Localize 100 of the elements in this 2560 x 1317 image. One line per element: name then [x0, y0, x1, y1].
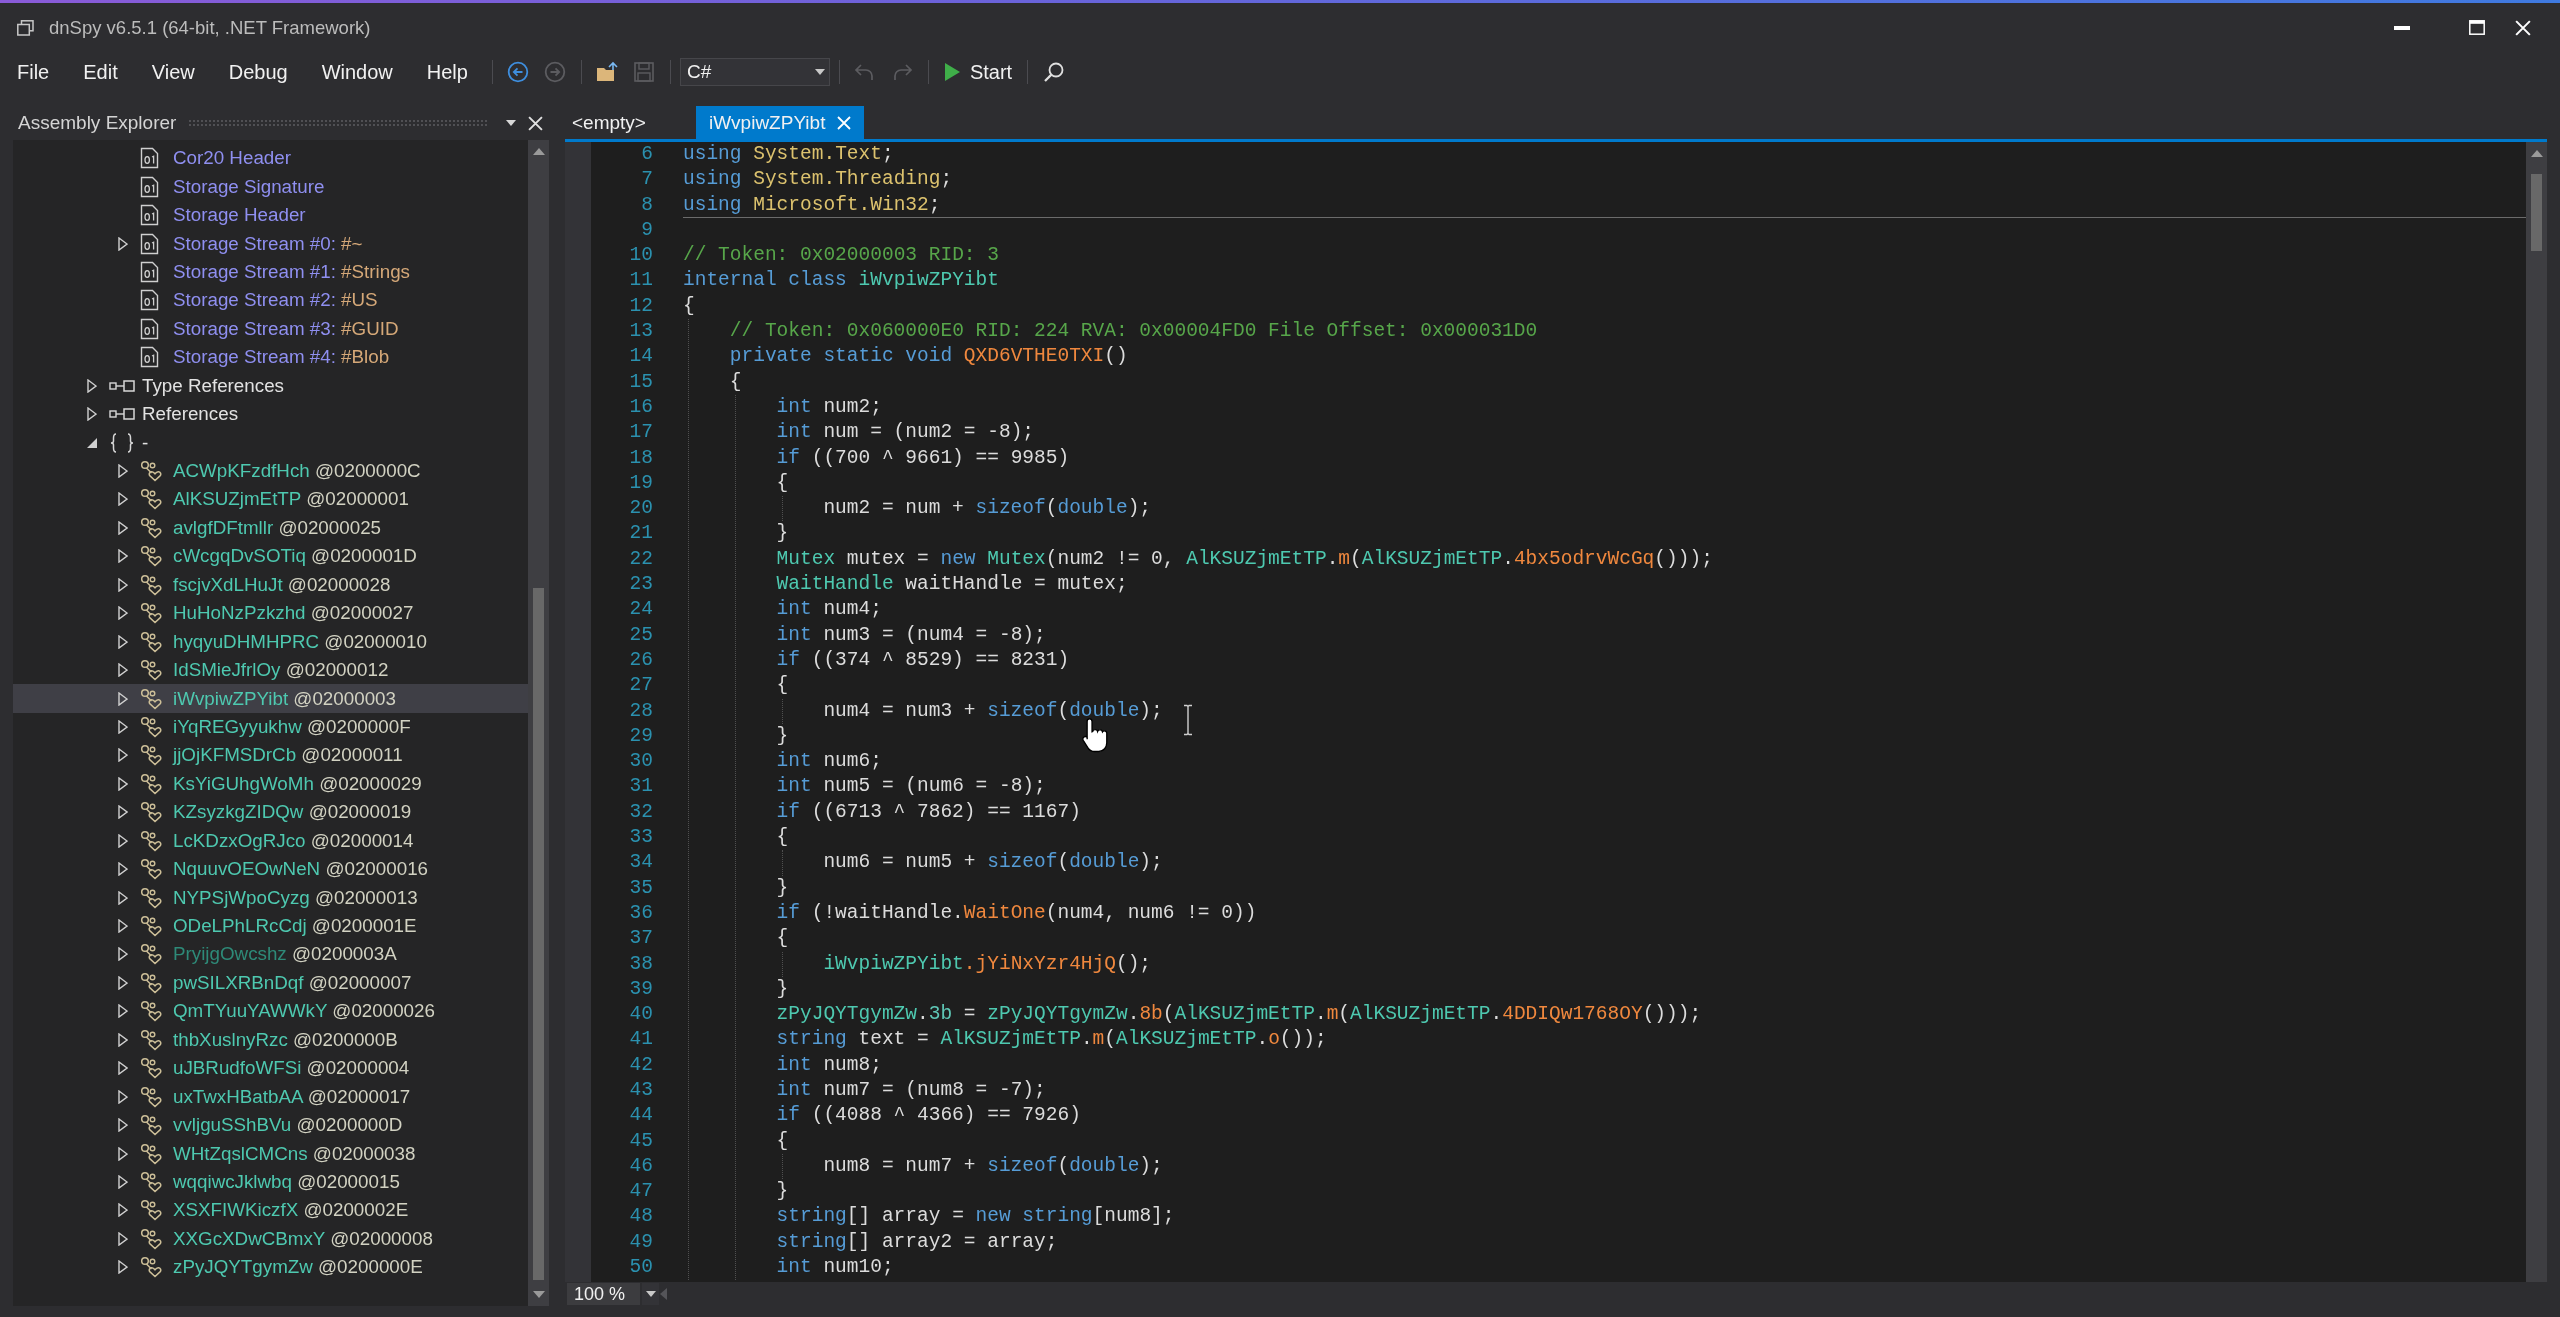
tree-item[interactable]: iWvpiwZPYibt @02000003: [13, 684, 528, 713]
binary-file-icon: [140, 260, 160, 283]
tree-item[interactable]: KsYiGUhgWoMh @02000029: [13, 769, 528, 799]
menu-item[interactable]: Window: [304, 56, 410, 88]
tree-item[interactable]: XSXFIWKiczfX @0200002E: [13, 1196, 528, 1225]
tree-item[interactable]: ODeLPhLRcCdj @0200001E: [13, 911, 528, 941]
caret-right-icon[interactable]: [118, 520, 128, 535]
linked-shapes-icon: [140, 1085, 162, 1108]
tree-item[interactable]: Cor20 Header: [13, 144, 528, 173]
tree-item[interactable]: jjOjKFMSDrCb @02000011: [13, 741, 528, 770]
caret-right-icon[interactable]: [118, 748, 128, 763]
tab[interactable]: iWvpiwZPYibt: [695, 106, 865, 139]
close-icon[interactable]: [837, 115, 852, 130]
tree-item[interactable]: KZsyzkgZIDQw @02000019: [13, 798, 528, 827]
caret-down-icon[interactable]: [87, 437, 97, 448]
tree-item[interactable]: zPyJQYTgymZw @0200000E: [13, 1253, 528, 1282]
tree-item[interactable]: NYPSjWpoCyzg @02000013: [13, 883, 528, 912]
caret-right-icon[interactable]: [87, 378, 97, 393]
code-line: {: [776, 470, 789, 496]
code-line: if ((4088 ^ 4366) == 7926): [776, 1103, 1081, 1129]
menu-item[interactable]: View: [134, 56, 212, 88]
caret-right-icon[interactable]: [118, 691, 128, 706]
tree-item[interactable]: avlgfDFtmllr @02000025: [13, 513, 528, 543]
caret-right-icon[interactable]: [118, 663, 128, 678]
language-combobox[interactable]: C#: [679, 58, 830, 86]
scrollbar-thumb[interactable]: [533, 588, 544, 1280]
tree-item[interactable]: LcKDzxOgRJco @02000014: [13, 826, 528, 855]
tree-item[interactable]: wqqiwcJklwbq @02000015: [13, 1167, 528, 1197]
tree-item[interactable]: -: [13, 428, 528, 457]
menu-item[interactable]: Edit: [66, 56, 135, 88]
tree-item[interactable]: AlKSUZjmEtTP @02000001: [13, 485, 528, 514]
tab[interactable]: <empty>: [565, 106, 653, 139]
caret-right-icon[interactable]: [118, 1260, 128, 1275]
caret-right-icon[interactable]: [118, 492, 128, 507]
tree-item[interactable]: thbXuslnyRzc @0200000B: [13, 1025, 528, 1054]
tree-item[interactable]: hyqyuDHMHPRC @02000010: [13, 627, 528, 656]
caret-right-icon[interactable]: [118, 549, 128, 564]
caret-right-icon[interactable]: [118, 833, 128, 848]
tree-item[interactable]: uJBRudfoWFSi @02000004: [13, 1054, 528, 1083]
caret-right-icon[interactable]: [118, 862, 128, 877]
start-button[interactable]: Start: [935, 56, 1021, 88]
tree-item[interactable]: uxTwxHBatbAA @02000017: [13, 1082, 528, 1111]
caret-right-icon[interactable]: [118, 1089, 128, 1104]
caret-right-icon[interactable]: [118, 975, 128, 990]
caret-right-icon[interactable]: [118, 1174, 128, 1189]
caret-right-icon[interactable]: [118, 776, 128, 791]
tree-item[interactable]: pwSILXRBnDqf @02000007: [13, 968, 528, 998]
tree-item[interactable]: PryijgOwcshz @0200003A: [13, 940, 528, 969]
caret-right-icon[interactable]: [87, 407, 97, 422]
caret-right-icon[interactable]: [118, 577, 128, 592]
tree-item[interactable]: cWcgqDvSOTiq @0200001D: [13, 542, 528, 571]
caret-right-icon[interactable]: [118, 919, 128, 934]
tree-item[interactable]: References: [13, 399, 528, 429]
tree-item[interactable]: IdSMieJfrlOy @02000012: [13, 655, 528, 685]
tree-item[interactable]: fscjvXdLHuJt @02000028: [13, 570, 528, 599]
caret-right-icon[interactable]: [118, 805, 128, 820]
tree-item[interactable]: HuHoNzPzkzhd @02000027: [13, 599, 528, 628]
caret-right-icon[interactable]: [118, 1146, 128, 1161]
tree-item[interactable]: Storage Signature: [13, 172, 528, 201]
caret-right-icon[interactable]: [118, 719, 128, 734]
tree-item[interactable]: Storage Stream #0: #~: [13, 229, 528, 258]
scroll-down-icon[interactable]: [532, 1290, 545, 1299]
play-icon: [943, 62, 961, 82]
tree-item[interactable]: Storage Header: [13, 200, 528, 230]
tree-item[interactable]: XXGcXDwCBmxY @02000008: [13, 1224, 528, 1254]
caret-right-icon[interactable]: [118, 606, 128, 621]
tree-item[interactable]: ACWpKFzdfHch @0200000C: [13, 456, 528, 486]
caret-right-icon[interactable]: [118, 947, 128, 962]
scroll-up-icon[interactable]: [2530, 149, 2543, 158]
tree-item[interactable]: vvljguSShBVu @0200000D: [13, 1110, 528, 1140]
tree-item[interactable]: WHtZqslCMCns @02000038: [13, 1139, 528, 1168]
tree-item[interactable]: Storage Stream #4: #Blob: [13, 343, 528, 372]
caret-right-icon[interactable]: [118, 1032, 128, 1047]
line-number: 20: [629, 496, 653, 522]
scrollbar-thumb[interactable]: [2531, 174, 2542, 251]
caret-right-icon[interactable]: [118, 464, 128, 479]
vertical-scrollbar[interactable]: [2526, 142, 2547, 1282]
tree-item[interactable]: Type References: [13, 371, 528, 400]
tree-item[interactable]: Storage Stream #1: #Strings: [13, 257, 528, 287]
caret-right-icon[interactable]: [118, 634, 128, 649]
vertical-scrollbar[interactable]: [528, 140, 549, 1306]
scroll-up-icon[interactable]: [532, 147, 545, 156]
caret-right-icon[interactable]: [118, 1231, 128, 1246]
menu-item[interactable]: Debug: [211, 56, 305, 88]
menu-item[interactable]: Help: [409, 56, 485, 88]
line-number: 37: [629, 926, 653, 952]
tree-item[interactable]: iYqREGyyukhw @0200000F: [13, 712, 528, 742]
caret-right-icon[interactable]: [118, 890, 128, 905]
line-number: 17: [629, 420, 653, 446]
caret-right-icon[interactable]: [118, 236, 128, 251]
tree-item[interactable]: Storage Stream #3: #GUID: [13, 314, 528, 344]
tree-item[interactable]: QmTYuuYAWWkY @02000026: [13, 997, 528, 1026]
caret-right-icon[interactable]: [118, 1118, 128, 1133]
caret-right-icon[interactable]: [118, 1061, 128, 1076]
caret-right-icon[interactable]: [118, 1203, 128, 1218]
drag-handle[interactable]: [188, 119, 487, 127]
menu-item[interactable]: File: [0, 56, 67, 88]
tree-item[interactable]: Storage Stream #2: #US: [13, 286, 528, 315]
caret-right-icon[interactable]: [118, 1004, 128, 1019]
tree-item[interactable]: NquuvOEOwNeN @02000016: [13, 854, 528, 884]
